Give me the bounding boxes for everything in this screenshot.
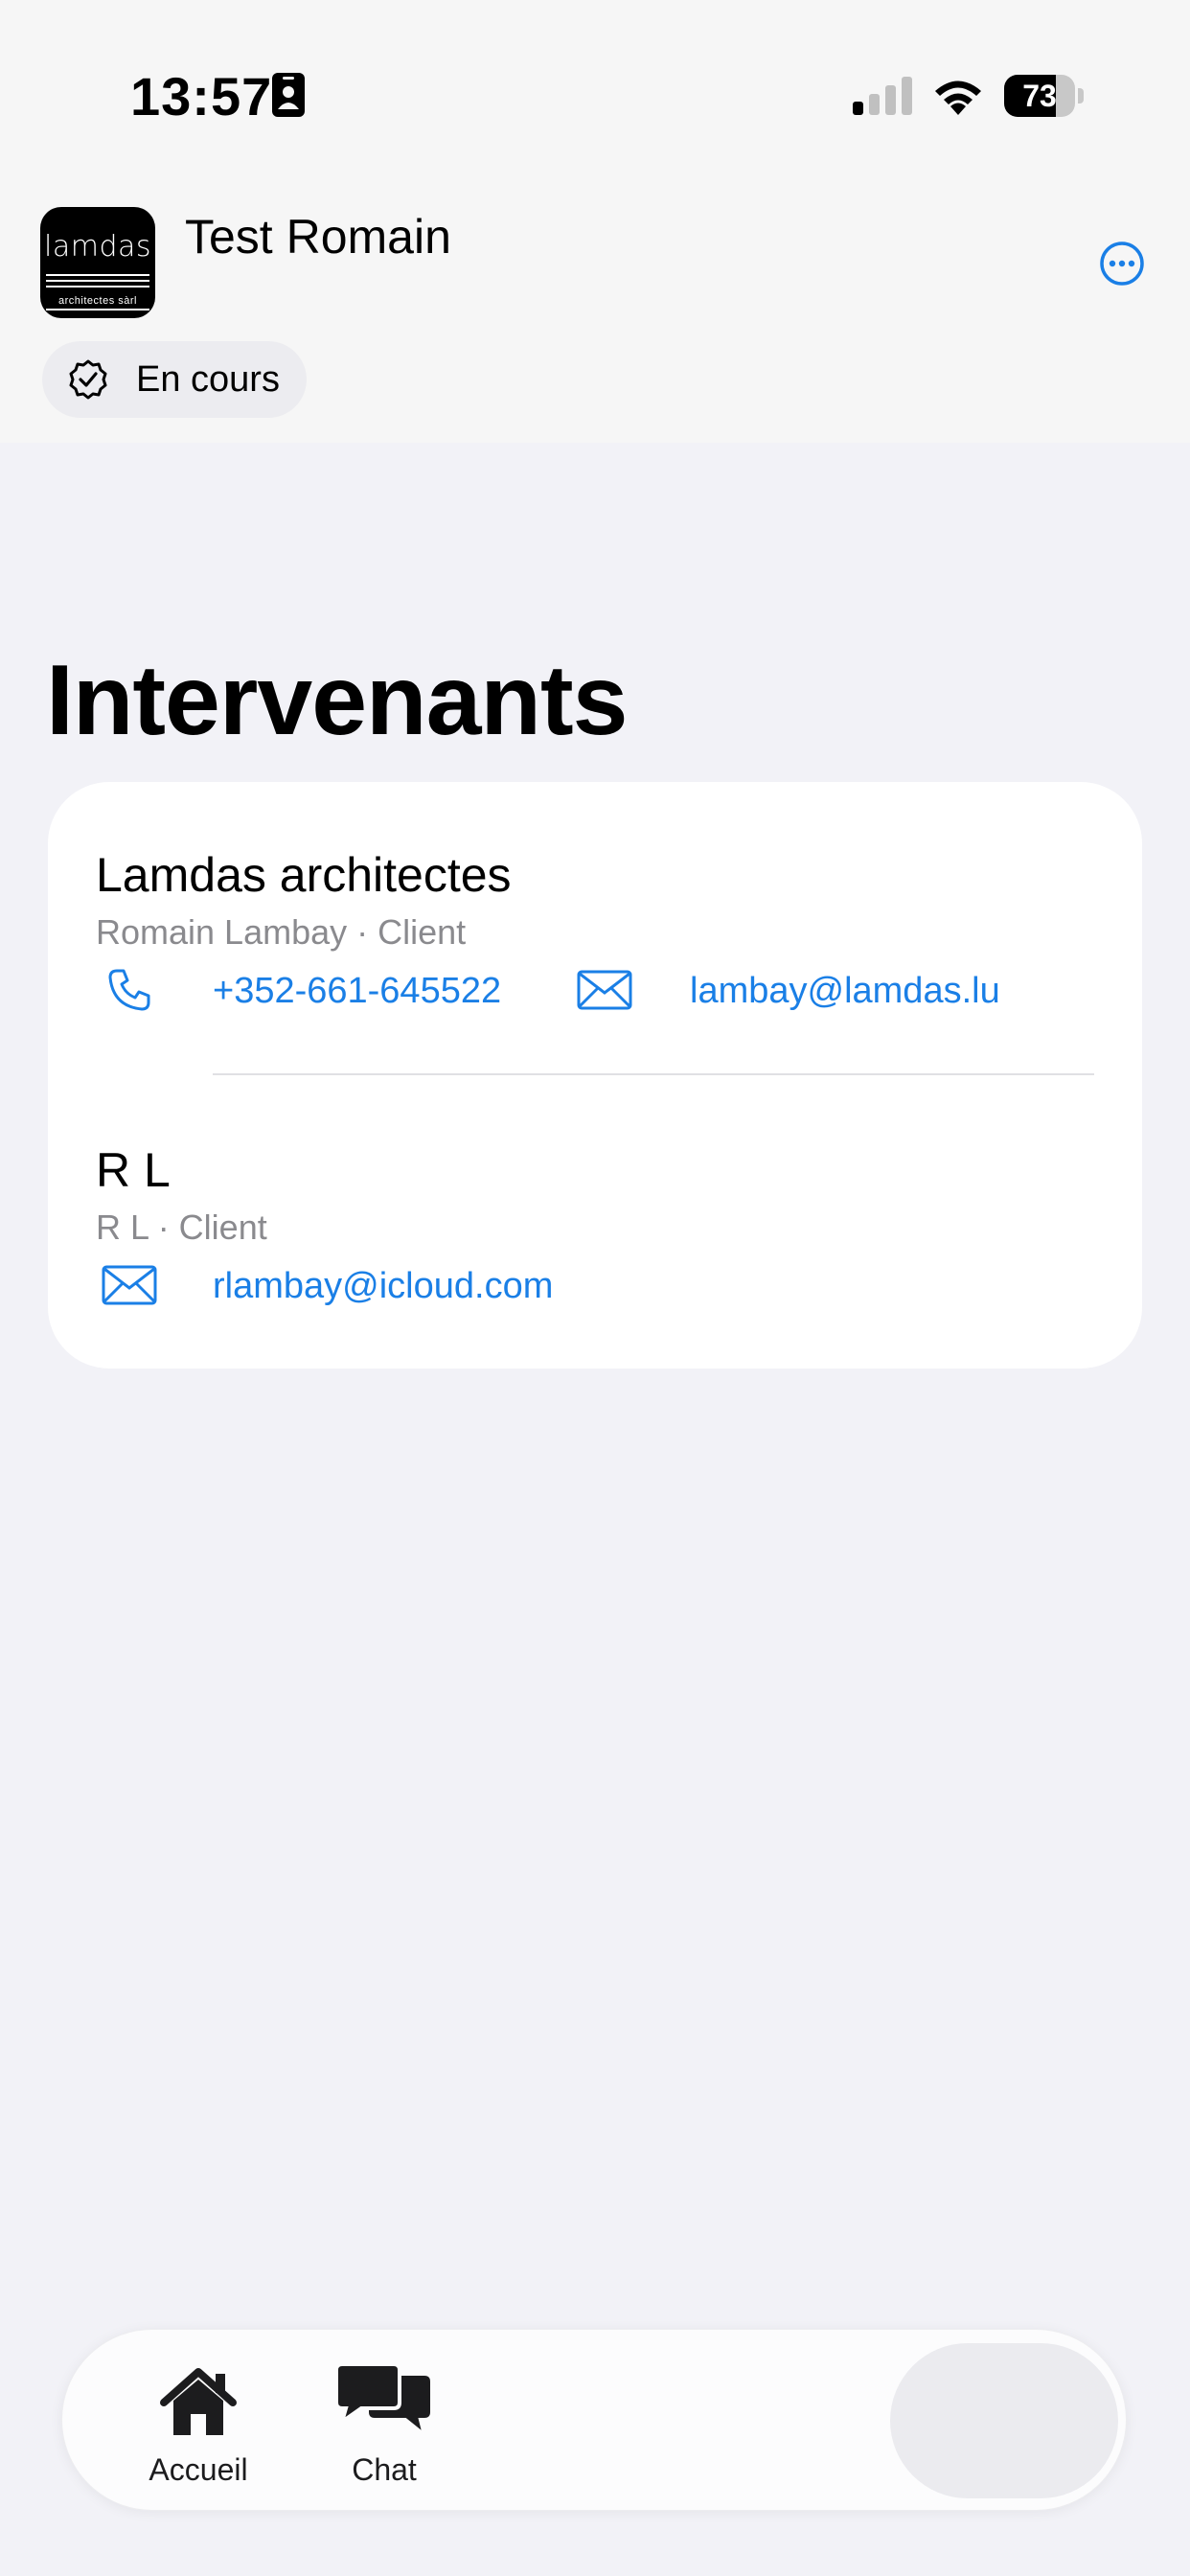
tab-bar: Accueil Chat <box>61 2329 1127 2511</box>
battery-level: 73 <box>1022 79 1057 113</box>
email-link[interactable]: rlambay@icloud.com <box>213 1266 553 1307</box>
section-title: Intervenants <box>46 645 628 756</box>
wifi-icon <box>935 80 981 115</box>
status-chip[interactable]: En cours <box>42 341 307 418</box>
email-link[interactable]: lambay@lamdas.lu <box>690 971 1000 1012</box>
project-title: Test Romain <box>185 210 451 264</box>
mail-icon[interactable] <box>102 1265 157 1305</box>
company-logo: lamdas architectes sàrl <box>40 207 155 318</box>
contact-item: R L R L · Client <box>96 1142 1142 1248</box>
phone-icon[interactable] <box>105 966 153 1014</box>
battery-icon: 73 <box>1004 75 1084 117</box>
contact-card-icon <box>272 73 305 117</box>
tab-chat[interactable]: Chat <box>308 2330 461 2512</box>
status-time: 13:57 <box>130 66 273 126</box>
contact-subtitle: Romain Lambay · Client <box>96 912 467 952</box>
tab-documents[interactable] <box>484 2330 821 2512</box>
phone-link[interactable]: +352-661-645522 <box>213 971 501 1012</box>
contacts-card: Lamdas architectes Romain Lambay · Clien… <box>48 782 1142 1368</box>
active-tab-highlight <box>890 2343 1118 2498</box>
checkmark-seal-icon <box>69 359 107 400</box>
project-header: lamdas architectes sàrl Test Romain En c… <box>0 182 1190 443</box>
divider <box>213 1073 1094 1075</box>
signal-icon <box>853 77 912 115</box>
status-bar: 13:57 73 <box>0 0 1190 182</box>
chat-icon <box>334 2362 434 2439</box>
more-options-button[interactable] <box>1098 240 1146 288</box>
tab-accueil[interactable]: Accueil <box>110 2330 286 2512</box>
contact-item: Lamdas architectes Romain Lambay · Clien… <box>96 847 1142 953</box>
mail-icon[interactable] <box>577 970 632 1010</box>
home-icon <box>160 2368 237 2435</box>
contact-subtitle: R L · Client <box>96 1208 267 1247</box>
contact-name: R L <box>96 1143 171 1197</box>
contact-name: Lamdas architectes <box>96 848 512 902</box>
status-label: En cours <box>136 358 280 400</box>
project-contacts-screen: 13:57 73 lamdas architectes sàrl Test Ro… <box>0 0 1190 2576</box>
